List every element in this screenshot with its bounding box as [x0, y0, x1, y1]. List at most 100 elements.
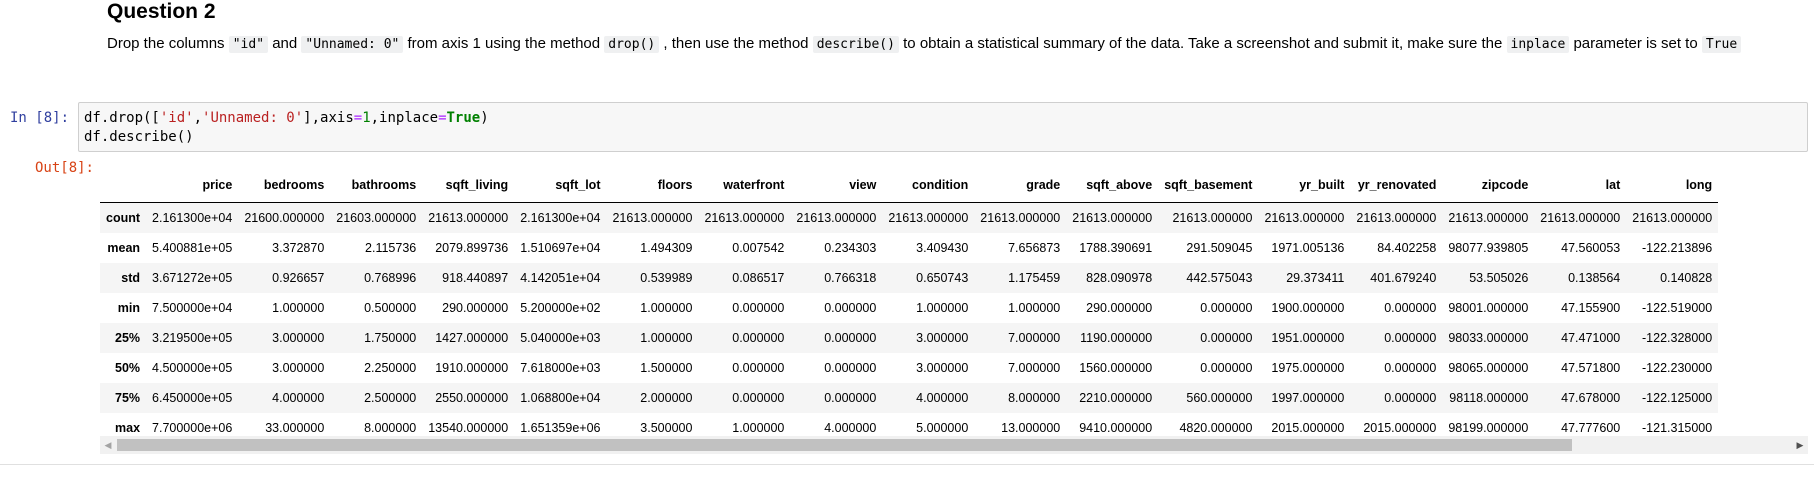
table-cell: 3.671272e+05 — [152, 271, 233, 285]
code-unnamed: "Unnamed: 0" — [301, 36, 404, 53]
table-cell: 47.471000 — [1561, 331, 1621, 345]
column-header: price — [146, 168, 239, 203]
table-cell: 4820.000000 — [1179, 421, 1253, 435]
code-line-1: df.drop(['id','Unnamed: 0'],axis=1,inpla… — [84, 110, 489, 126]
table-cell: 1.000000 — [640, 301, 693, 315]
row-label: 75% — [115, 391, 141, 405]
table-row: std 3.671272e+05 0.926657 0.768996 918.44089… — [100, 263, 1719, 293]
table-cell: 21613.000000 — [704, 211, 785, 225]
table-cell: 21613.000000 — [980, 211, 1061, 225]
table-cell: 0.000000 — [824, 301, 877, 315]
column-header: lat — [1534, 168, 1627, 203]
table-cell: 47.155900 — [1561, 301, 1621, 315]
table-cell: 1.000000 — [640, 331, 693, 345]
table-cell: 1788.390691 — [1079, 241, 1153, 255]
table-cell: 1.494309 — [640, 241, 693, 255]
table-cell: 0.140828 — [1660, 271, 1713, 285]
horizontal-scrollbar[interactable]: ◀ ▶ — [100, 436, 1808, 454]
table-cell: 0.000000 — [824, 361, 877, 375]
table-cell: 1.000000 — [272, 301, 325, 315]
scrollbar-thumb[interactable] — [117, 439, 1572, 451]
table-cell: 0.000000 — [732, 331, 785, 345]
table-cell: 33.000000 — [265, 421, 325, 435]
table-cell: 1975.000000 — [1271, 361, 1345, 375]
code-describe: describe() — [812, 36, 899, 53]
table-cell: 6.450000e+05 — [152, 391, 233, 405]
table-cell: 21613.000000 — [1632, 211, 1713, 225]
table-cell: -122.519000 — [1642, 301, 1713, 315]
table-cell: 98065.000000 — [1448, 361, 1529, 375]
table-cell: 0.234303 — [824, 241, 877, 255]
table-cell: 0.926657 — [272, 271, 325, 285]
table-cell: 21613.000000 — [1072, 211, 1153, 225]
table-cell: 1190.000000 — [1080, 331, 1153, 345]
table-cell: 5.040000e+03 — [520, 331, 601, 345]
table-cell: 1.750000 — [364, 331, 417, 345]
table-cell: 7.618000e+03 — [520, 361, 601, 375]
question-text: Drop the columns "id" and "Unnamed: 0" f… — [107, 32, 1807, 56]
table-cell: 1.068800e+04 — [520, 391, 601, 405]
table-cell: 21613.000000 — [888, 211, 969, 225]
table-cell: 21613.000000 — [428, 211, 509, 225]
markdown-cell: Question 2 Drop the columns "id" and "Un… — [107, 0, 1807, 56]
table-cell: 401.679240 — [1370, 271, 1437, 285]
row-label: count — [106, 211, 141, 225]
table-cell: -121.315000 — [1642, 421, 1713, 435]
table-cell: 290.000000 — [1086, 301, 1153, 315]
table-cell: 3.000000 — [916, 361, 969, 375]
table-cell: 47.777600 — [1561, 421, 1621, 435]
code-inplace: inplace — [1506, 36, 1570, 53]
cell-divider — [0, 464, 1814, 465]
table-cell: 0.000000 — [1384, 301, 1437, 315]
table-cell: 5.200000e+02 — [520, 301, 601, 315]
scroll-right-arrow-icon[interactable]: ▶ — [1792, 436, 1808, 454]
code-true: True — [1701, 36, 1742, 53]
table-cell: -122.213896 — [1642, 241, 1713, 255]
table-cell: 1560.000000 — [1079, 361, 1153, 375]
table-cell: 2015.000000 — [1363, 421, 1437, 435]
table-cell: 98077.939805 — [1448, 241, 1529, 255]
column-header: grade — [974, 168, 1067, 203]
table-cell: 8.000000 — [364, 421, 417, 435]
table-cell: 2.115736 — [365, 241, 417, 255]
table-cell: 2079.899736 — [435, 241, 509, 255]
table-cell: 0.000000 — [732, 361, 785, 375]
table-cell: 47.571800 — [1561, 361, 1621, 375]
table-cell: 0.766318 — [824, 271, 877, 285]
code-id: "id" — [228, 36, 269, 53]
table-cell: 1.000000 — [916, 301, 969, 315]
table-cell: 8.000000 — [1008, 391, 1061, 405]
output-prompt: Out[8]: — [34, 160, 94, 176]
table-cell: 0.000000 — [1200, 331, 1253, 345]
table-cell: 1.500000 — [640, 361, 693, 375]
table-row: 25% 3.219500e+05 3.000000 1.750000 1427.0000… — [100, 323, 1719, 353]
table-cell: 2.161300e+04 — [520, 211, 601, 225]
table-cell: 7.000000 — [1008, 331, 1061, 345]
column-header: sqft_living — [422, 168, 515, 203]
row-label: 50% — [115, 361, 141, 375]
table-cell: 0.000000 — [732, 301, 785, 315]
table-cell: 0.000000 — [1384, 391, 1437, 405]
code-drop: drop() — [604, 36, 660, 53]
table-cell: -122.230000 — [1642, 361, 1713, 375]
table-cell: 828.090978 — [1086, 271, 1153, 285]
scroll-left-arrow-icon[interactable]: ◀ — [100, 436, 116, 454]
table-cell: -122.125000 — [1642, 391, 1713, 405]
table-cell: 4.000000 — [272, 391, 325, 405]
table-cell: 98118.000000 — [1449, 391, 1529, 405]
table-cell: 1997.000000 — [1271, 391, 1345, 405]
table-cell: 1900.000000 — [1271, 301, 1345, 315]
column-header: sqft_lot — [514, 168, 607, 203]
table-cell: 3.219500e+05 — [152, 331, 233, 345]
table-cell: 0.000000 — [824, 391, 877, 405]
table-body: count 2.161300e+04 21600.000000 21603.00000… — [100, 202, 1719, 437]
table-cell: 1.510697e+04 — [520, 241, 601, 255]
table-cell: 0.138564 — [1568, 271, 1621, 285]
table-cell: 98199.000000 — [1448, 421, 1529, 435]
code-input[interactable]: df.drop(['id','Unnamed: 0'],axis=1,inpla… — [78, 102, 1808, 152]
table-cell: 4.500000e+05 — [152, 361, 233, 375]
table-cell: 560.000000 — [1186, 391, 1253, 405]
table-row: count 2.161300e+04 21600.000000 21603.00000… — [100, 202, 1719, 233]
table-cell: 21613.000000 — [1356, 211, 1437, 225]
table-row: 75% 6.450000e+05 4.000000 2.500000 2550.0000… — [100, 383, 1719, 413]
